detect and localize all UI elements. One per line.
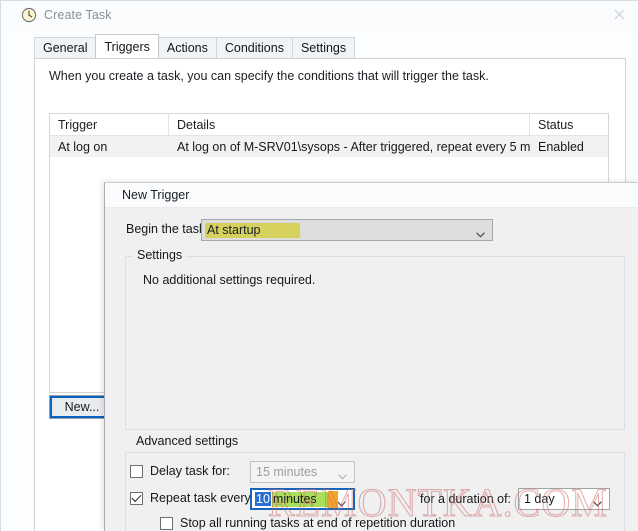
new-trigger-titlebar: New Trigger (105, 183, 638, 208)
close-icon[interactable] (608, 5, 630, 23)
tab-conditions[interactable]: Conditions (215, 37, 293, 58)
window-title: Create Task (44, 7, 112, 22)
chevron-down-icon (476, 227, 485, 238)
delay-task-value: 15 minutes (256, 465, 318, 479)
delay-task-label: Delay task for: (150, 464, 230, 478)
duration-value: 1 day (524, 492, 555, 506)
stop-all-tasks-checkbox[interactable] (160, 516, 173, 530)
tab-settings[interactable]: Settings (291, 37, 356, 58)
repeat-task-label: Repeat task every: (150, 491, 255, 505)
settings-group-label: Settings (133, 248, 187, 262)
tab-triggers[interactable]: Triggers (95, 34, 159, 58)
no-settings-text: No additional settings required. (143, 273, 316, 287)
repeat-value-unit: minutes (272, 492, 317, 506)
advanced-settings-group-label: Advanced settings (132, 434, 243, 448)
intro-text: When you create a task, you can specify … (49, 69, 489, 83)
marker-tip-decoration (328, 491, 338, 508)
delay-task-checkbox[interactable] (130, 464, 143, 478)
delay-task-row[interactable]: Delay task for: (130, 464, 230, 478)
chevron-down-icon (338, 469, 347, 480)
dialog-title: New Trigger (122, 188, 190, 202)
stop-all-tasks-row[interactable]: Stop all running tasks at end of repetit… (160, 516, 455, 530)
tab-actions[interactable]: Actions (157, 37, 217, 58)
cell-details: At log on of M-SRV01\sysops - After trig… (177, 139, 530, 154)
begin-task-row: Begin the task: (126, 222, 209, 236)
stop-all-tasks-label: Stop all running tasks at end of repetit… (180, 516, 456, 530)
cell-trigger: At log on (58, 139, 108, 154)
column-header-details[interactable]: Details (169, 114, 530, 136)
duration-combobox[interactable]: 1 day (518, 488, 610, 510)
cell-status: Enabled (538, 139, 584, 154)
table-row[interactable]: At log on At log on of M-SRV01\sysops - … (50, 136, 608, 157)
column-header-trigger[interactable]: Trigger (50, 114, 169, 136)
tab-strip[interactable]: General Triggers Actions Conditions Sett… (34, 34, 356, 58)
begin-task-label: Begin the task: (126, 222, 209, 236)
screenshot-root: Create Task General Triggers Actions Con… (0, 0, 638, 531)
chevron-down-icon (593, 496, 602, 507)
repeat-task-checkbox[interactable] (130, 491, 143, 505)
repeat-value-number: 10 (255, 492, 271, 506)
delay-task-combobox: 15 minutes (250, 461, 355, 483)
duration-label: for a duration of: (420, 492, 512, 506)
repeat-task-combobox[interactable]: 10 minutes (250, 488, 355, 510)
chevron-down-icon (337, 496, 346, 507)
begin-task-value: At startup (207, 223, 261, 237)
repeat-task-row[interactable]: Repeat task every: (130, 491, 254, 505)
tab-general[interactable]: General (34, 37, 97, 58)
table-header-row: Trigger Details Status (50, 114, 608, 136)
create-task-titlebar: Create Task (1, 1, 638, 28)
begin-task-combobox[interactable]: At startup (201, 219, 493, 241)
clock-icon (21, 7, 37, 23)
column-header-status[interactable]: Status (530, 114, 608, 136)
